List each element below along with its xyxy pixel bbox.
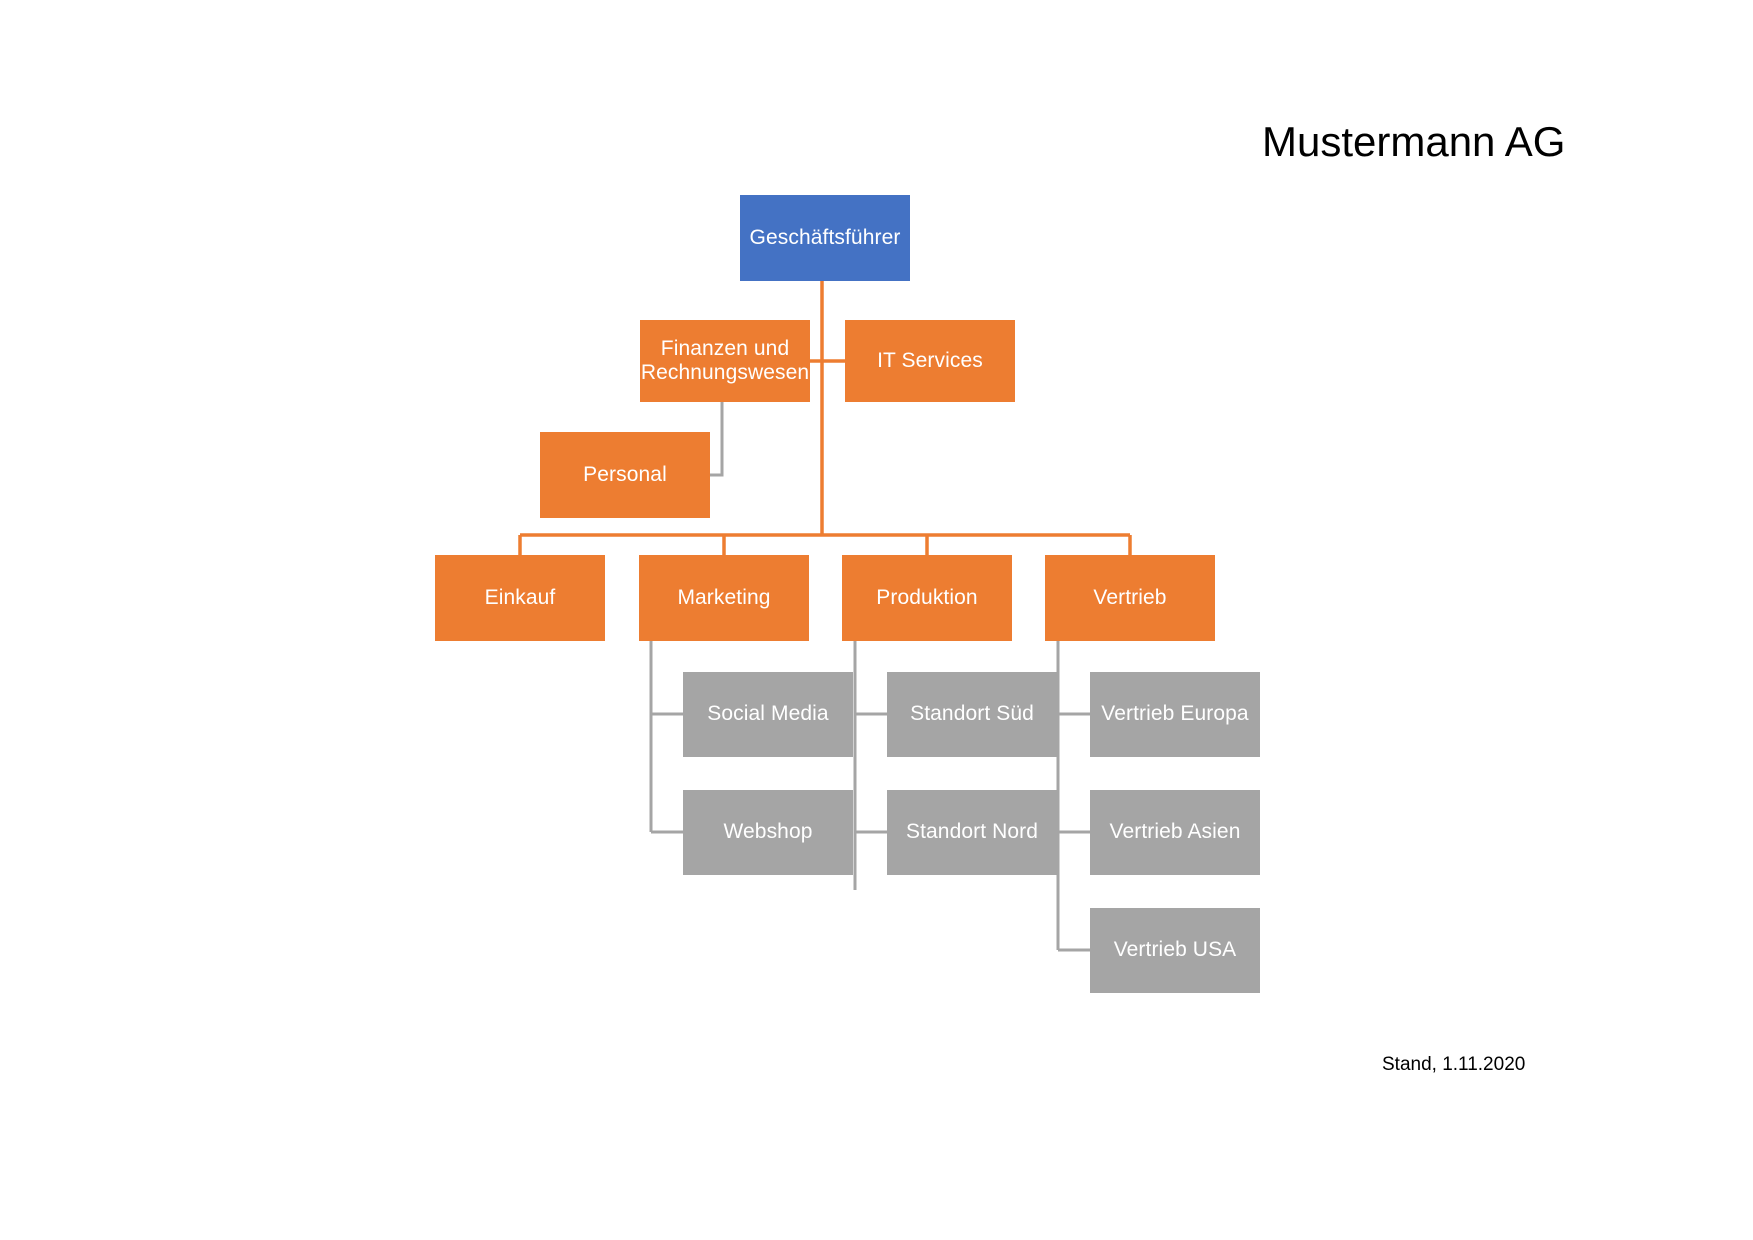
org-node-geschaeftsfuehrer[interactable]: Geschäftsführer: [740, 195, 910, 281]
org-node-label: Standort Süd: [910, 702, 1034, 726]
org-node-vertrieb-usa[interactable]: Vertrieb USA: [1090, 908, 1260, 993]
org-node-label: Vertrieb Europa: [1101, 702, 1249, 726]
org-node-vertrieb[interactable]: Vertrieb: [1045, 555, 1215, 641]
org-node-label: Einkauf: [484, 585, 556, 609]
org-node-vertrieb-europa[interactable]: Vertrieb Europa: [1090, 672, 1260, 757]
org-node-label: IT Services: [877, 348, 983, 372]
org-chart-canvas: Mustermann AG Geschäftsführer Finanzen u…: [0, 0, 1753, 1240]
org-node-standort-sued[interactable]: Standort Süd: [887, 672, 1057, 757]
org-node-marketing[interactable]: Marketing: [639, 555, 809, 641]
org-node-label: Marketing: [677, 585, 771, 609]
org-node-label: Standort Nord: [905, 820, 1039, 844]
org-node-personal[interactable]: Personal: [540, 432, 710, 518]
org-node-label: Vertrieb: [1093, 585, 1167, 609]
org-node-social-media[interactable]: Social Media: [683, 672, 853, 757]
org-node-label: Vertrieb Asien: [1109, 820, 1241, 844]
org-node-label: Personal: [583, 462, 667, 486]
org-node-finanzen[interactable]: Finanzen und Rechnungswesen: [640, 320, 810, 402]
org-node-label: Social Media: [707, 702, 829, 726]
connector-finanzen-personal: [710, 400, 724, 477]
org-node-label: Vertrieb USA: [1113, 938, 1237, 962]
org-node-produktion[interactable]: Produktion: [842, 555, 1012, 641]
org-node-label: Webshop: [723, 820, 813, 844]
status-date: Stand, 1.11.2020: [1382, 1054, 1526, 1075]
org-node-label: Geschäftsführer: [749, 225, 901, 249]
org-node-standort-nord[interactable]: Standort Nord: [887, 790, 1057, 875]
org-node-label: Produktion: [876, 585, 978, 609]
org-node-webshop[interactable]: Webshop: [683, 790, 853, 875]
org-node-vertrieb-asien[interactable]: Vertrieb Asien: [1090, 790, 1260, 875]
org-node-it-services[interactable]: IT Services: [845, 320, 1015, 402]
page-title: Mustermann AG: [1262, 118, 1566, 165]
org-node-label: Finanzen und Rechnungswesen: [640, 336, 810, 384]
org-node-einkauf[interactable]: Einkauf: [435, 555, 605, 641]
